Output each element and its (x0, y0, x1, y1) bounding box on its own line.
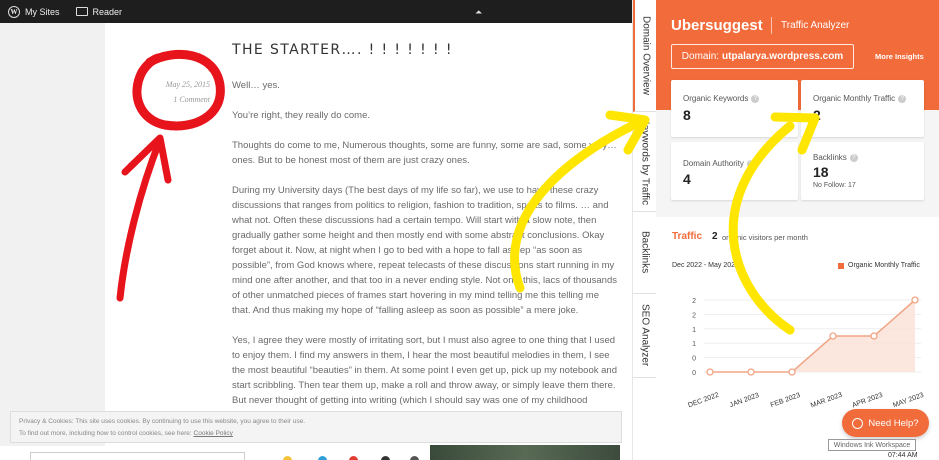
y-tick-label: 0 (692, 370, 696, 377)
cookie-text-2: To find out more, including how to contr… (19, 430, 192, 437)
screen: W My Sites Reader ⏶ THE STARTER…. ! ! ! … (0, 0, 939, 460)
collapse-icon[interactable]: ⏶ (475, 7, 482, 18)
backlinks-card[interactable]: Backlinks? 18 No Follow: 17 (801, 142, 924, 200)
share-icon[interactable] (381, 456, 390, 460)
post-paragraph: Yes, I agree they were mostly of irritat… (232, 335, 617, 421)
traffic-subtitle: organic visitors per month (722, 233, 808, 242)
card-label: Organic Monthly Traffic (813, 94, 896, 103)
wordpress-icon: W (8, 5, 20, 18)
reader-icon (75, 7, 88, 16)
share-icon[interactable] (283, 456, 292, 460)
tab-domain-overview[interactable]: Domain Overview (633, 0, 657, 112)
help-icon[interactable]: ? (746, 160, 755, 168)
ubersuggest-tabs: Domain Overview Keywords by Traffic Back… (632, 0, 657, 460)
reader-button[interactable]: Reader (68, 7, 131, 17)
reader-label: Reader (92, 6, 123, 17)
domain-value: utpalarya.wordpress.com (722, 51, 844, 62)
data-point[interactable] (870, 332, 878, 340)
share-icon[interactable] (349, 456, 358, 460)
data-point[interactable] (911, 296, 919, 304)
tab-backlinks[interactable]: Backlinks (633, 212, 657, 294)
my-sites-button[interactable]: W My Sites (0, 5, 68, 18)
post-paragraph: You’re right, they really do come. (232, 110, 371, 121)
legend-label: Organic Monthly Traffic (848, 262, 920, 269)
y-tick-label: 1 (692, 327, 696, 334)
help-icon[interactable]: ? (751, 95, 760, 103)
cookie-text: Privacy & Cookies: This site uses cookie… (19, 418, 306, 425)
post-title[interactable]: THE STARTER…. ! ! ! ! ! ! ! (232, 42, 453, 58)
date-range: Dec 2022 - May 2023 (672, 262, 739, 269)
traffic-title[interactable]: Traffic (672, 231, 702, 242)
series-area (710, 300, 915, 372)
brand-name: Ubersuggest (671, 17, 763, 34)
windows-ink-tooltip: Windows Ink Workspace (828, 439, 916, 451)
post-date[interactable]: May 25, 2015 (130, 80, 210, 89)
organic-keywords-card[interactable]: Organic Keywords? 8 (671, 80, 798, 137)
y-tick-label: 2 (692, 312, 696, 319)
backlinks-value: 18 (813, 164, 829, 180)
card-label: Backlinks (813, 153, 847, 162)
domain-field[interactable]: Domain: utpalarya.wordpress.com (671, 44, 854, 69)
y-tick-label: 1 (692, 341, 696, 348)
x-tick-label: MAY 2023 (892, 392, 925, 410)
x-tick-label: DEC 2022 (687, 392, 720, 410)
card-label: Domain Authority (683, 159, 744, 168)
domain-label: Domain: (681, 51, 720, 62)
data-point[interactable] (747, 368, 755, 376)
brand-subtitle: Traffic Analyzer (781, 20, 850, 31)
data-point[interactable] (706, 368, 714, 376)
share-icon[interactable] (410, 456, 419, 460)
share-icon[interactable] (318, 456, 327, 460)
organic-traffic-value: 2 (813, 107, 821, 123)
x-tick-label: JAN 2023 (729, 392, 760, 409)
card-label: Organic Keywords (683, 94, 749, 103)
footer-image (430, 445, 620, 460)
divider (771, 17, 772, 34)
x-tick-label: FEB 2023 (770, 392, 802, 409)
organic-traffic-card[interactable]: Organic Monthly Traffic? 2 (801, 80, 924, 137)
traffic-count: 2 (712, 231, 718, 242)
domain-authority-card[interactable]: Domain Authority? 4 (671, 142, 798, 200)
chart-legend[interactable]: Organic Monthly Traffic (838, 262, 920, 269)
chat-icon (852, 417, 864, 429)
my-sites-label: My Sites (25, 6, 60, 17)
help-icon[interactable]: ? (898, 95, 907, 103)
post-paragraph: Well… yes. (232, 80, 280, 91)
data-point[interactable] (788, 368, 796, 376)
x-tick-label: MAR 2023 (810, 392, 844, 410)
nofollow-count: No Follow: 17 (813, 182, 856, 189)
tab-keywords-by-traffic[interactable]: Keywords by Traffic (633, 112, 657, 212)
data-point[interactable] (829, 332, 837, 340)
need-help-button[interactable]: Need Help? (842, 409, 929, 437)
post-paragraph: During my University days (The best days… (232, 185, 617, 316)
x-tick-label: APR 2023 (851, 392, 883, 410)
footer-widget (30, 452, 245, 460)
cookie-policy-link[interactable]: Cookie Policy (194, 430, 233, 437)
cookie-banner: Privacy & Cookies: This site uses cookie… (10, 411, 622, 443)
domain-authority-value: 4 (683, 171, 691, 187)
legend-swatch (838, 262, 844, 269)
more-insights-link[interactable]: More Insights (875, 52, 924, 61)
post-paragraph: Thoughts do come to me, Numerous thought… (232, 140, 617, 166)
clock: 07:44 AM (888, 452, 918, 459)
organic-keywords-value: 8 (683, 107, 691, 123)
comments-link[interactable]: 1 Comment (130, 95, 210, 104)
need-help-label: Need Help? (868, 417, 919, 429)
y-tick-label: 0 (692, 356, 696, 363)
tab-seo-analyzer[interactable]: SEO Analyzer (633, 294, 657, 378)
y-tick-label: 2 (692, 298, 696, 305)
help-icon[interactable]: ? (849, 154, 858, 162)
